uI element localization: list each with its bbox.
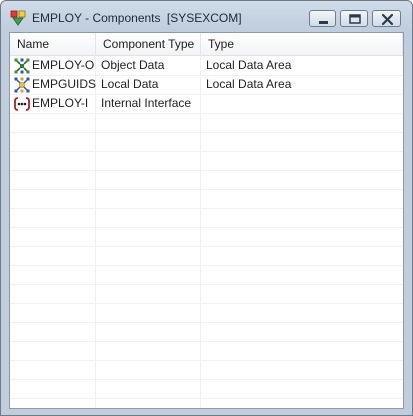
minimize-button[interactable] [309, 10, 336, 27]
row-divider [10, 132, 403, 133]
close-button[interactable] [372, 10, 401, 27]
column-header-name[interactable]: Name [10, 33, 96, 55]
row-name: EMPLOY-I [32, 96, 89, 110]
row-name-cell: EMPLOY-I [14, 94, 96, 113]
row-name: EMPGUIDS [32, 77, 96, 91]
row-component-type: Object Data [101, 58, 165, 72]
row-type: Local Data Area [206, 77, 292, 91]
close-icon [381, 13, 394, 26]
row-component-type: Internal Interface [101, 96, 192, 110]
local-data-icon [14, 77, 30, 93]
window-title: EMPLOY - Components [SYSEXCOM] [32, 11, 242, 25]
minimize-icon [319, 21, 328, 24]
internal-interface-icon [14, 97, 30, 111]
row-divider [10, 379, 403, 380]
row-component-type: Local Data [101, 77, 159, 91]
row-divider [10, 341, 403, 342]
column-header-type[interactable]: Type [201, 33, 403, 55]
row-type: Local Data Area [206, 58, 292, 72]
row-divider [10, 189, 403, 190]
components-app-icon [10, 10, 26, 26]
components-window: EMPLOY - Components [SYSEXCOM] Name Comp… [0, 0, 413, 416]
maximize-icon [349, 14, 361, 24]
row-divider [10, 246, 403, 247]
row-divider [10, 151, 403, 152]
row-name-cell: EMPLOY-O [14, 56, 96, 75]
window-title-text: EMPLOY - Components [32, 11, 161, 25]
components-list[interactable]: Name Component Type Type EMPLOY-O Object… [9, 32, 404, 409]
window-title-tag: [SYSEXCOM] [166, 11, 242, 25]
row-divider [10, 113, 403, 114]
table-row[interactable]: EMPLOY-O Object Data Local Data Area [10, 56, 403, 75]
row-divider [10, 360, 403, 361]
column-header-component-type[interactable]: Component Type [96, 33, 201, 55]
row-divider [10, 170, 403, 171]
row-divider [10, 398, 403, 399]
row-divider [10, 322, 403, 323]
object-data-icon [14, 58, 30, 74]
row-type [206, 94, 402, 113]
row-divider [10, 284, 403, 285]
maximize-button[interactable] [340, 10, 368, 27]
list-header: Name Component Type Type [10, 33, 403, 56]
row-name-cell: EMPGUIDS [14, 75, 96, 94]
table-row[interactable]: EMPGUIDS Local Data Local Data Area [10, 75, 403, 94]
row-name: EMPLOY-O [32, 58, 95, 72]
title-bar[interactable]: EMPLOY - Components [SYSEXCOM] [1, 1, 412, 31]
table-row[interactable]: EMPLOY-I Internal Interface [10, 94, 403, 113]
row-divider [10, 265, 403, 266]
row-divider [10, 208, 403, 209]
row-divider [10, 303, 403, 304]
row-divider [10, 227, 403, 228]
